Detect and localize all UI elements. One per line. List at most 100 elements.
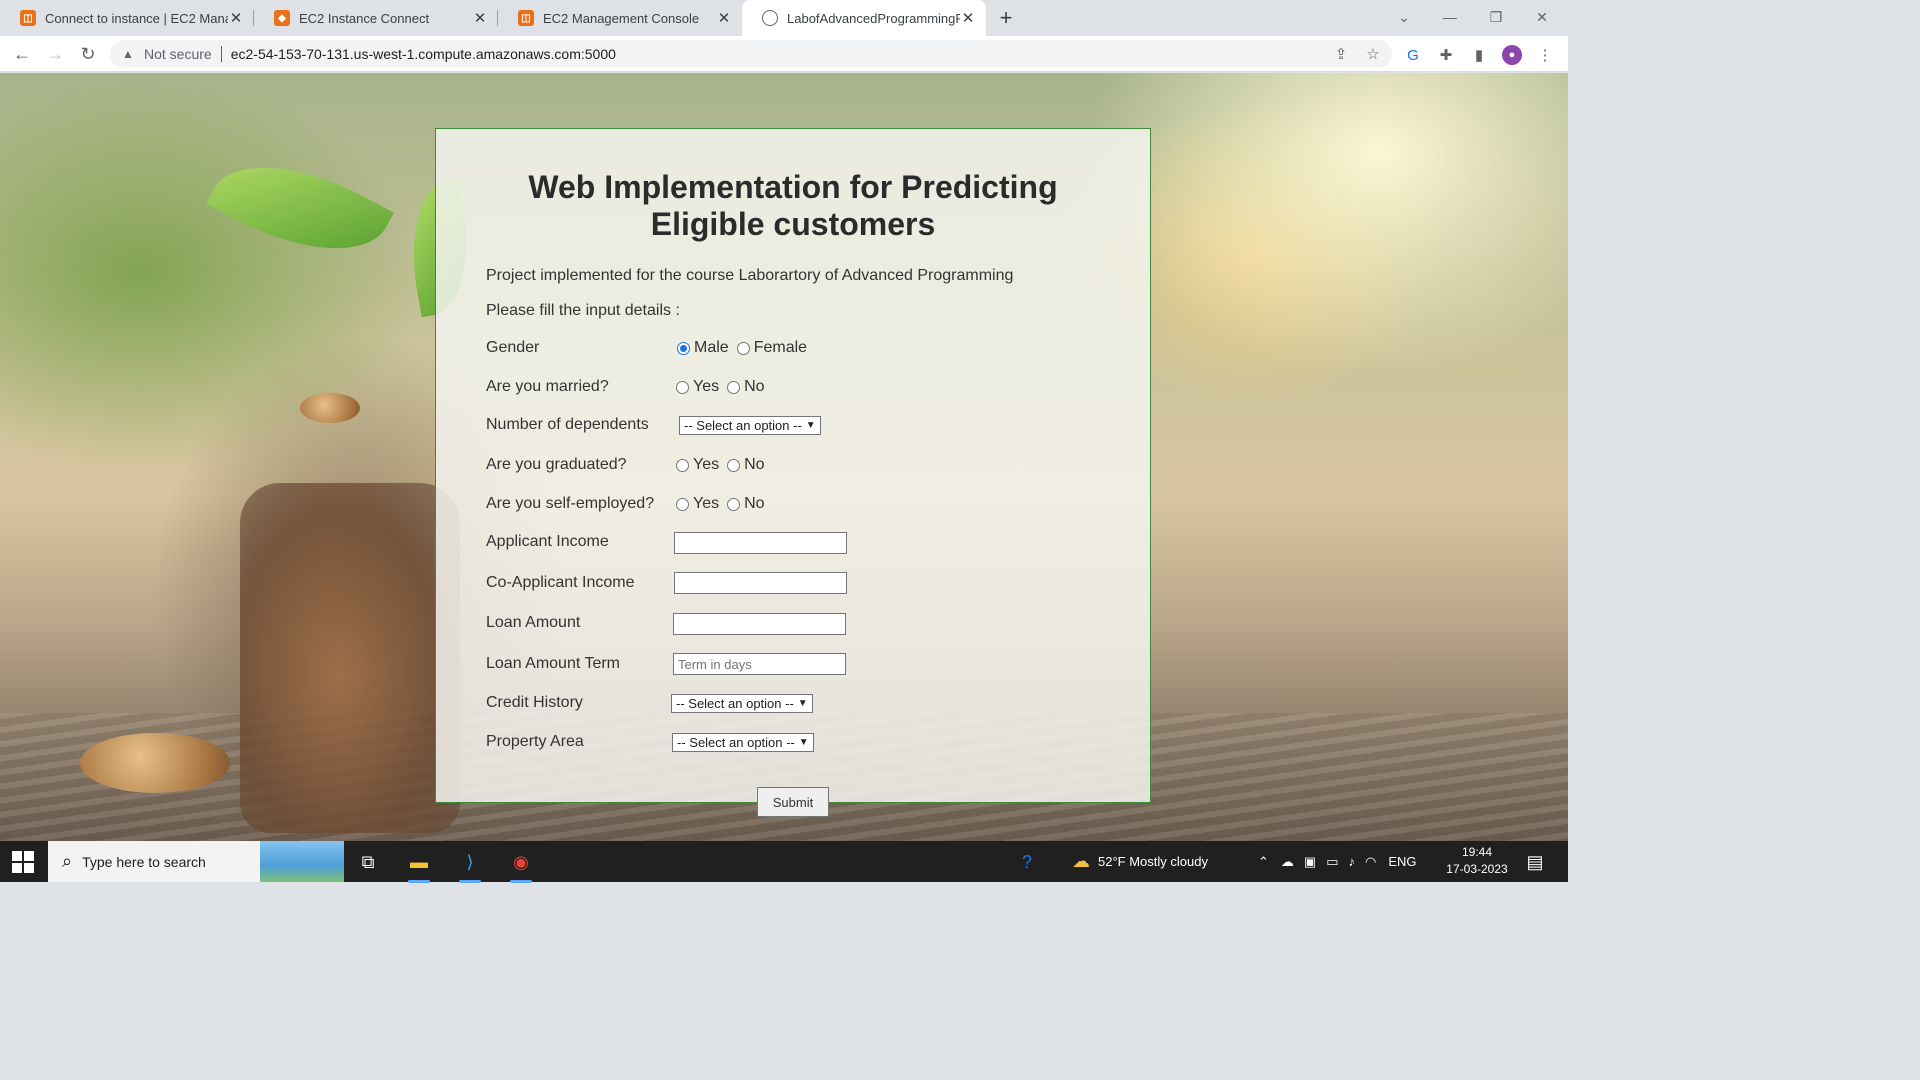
gender-option-male[interactable]: Male (677, 339, 729, 357)
coin-image (80, 733, 230, 793)
form-instruction: Please fill the input details : (486, 302, 680, 319)
radio-button[interactable] (676, 497, 689, 511)
vscode-icon[interactable]: ⟩ (455, 847, 485, 883)
side-panel-icon[interactable]: ▮ (1469, 45, 1489, 65)
windows-start-icon[interactable] (12, 851, 34, 873)
onedrive-icon[interactable]: ☁ (1281, 854, 1294, 870)
coin-image (300, 393, 360, 423)
volume-muted-icon[interactable]: ♪ (1349, 854, 1356, 869)
self-employed-radio-group: Yes No (676, 495, 773, 513)
warning-icon[interactable]: ▲ (122, 47, 138, 61)
reload-icon[interactable]: ↻ (74, 40, 102, 68)
married-radio-group: Yes No (676, 378, 773, 396)
chrome-icon[interactable]: ◉ (506, 847, 536, 883)
weather-text: 52°F Mostly cloudy (1098, 854, 1208, 869)
close-icon[interactable]: ✕ (472, 9, 488, 27)
tab-title: Connect to instance | EC2 Management Con… (45, 10, 228, 26)
profile-avatar-icon[interactable]: ● (1502, 45, 1522, 65)
married-option-yes[interactable]: Yes (676, 378, 719, 396)
self-employed-option-no[interactable]: No (727, 495, 765, 513)
close-icon[interactable]: ✕ (960, 9, 976, 27)
title-line-1: Web Implementation for Predicting (528, 169, 1058, 205)
option-label: Yes (693, 378, 720, 395)
system-tray: ⌃ ☁ ▣ ▭ ♪ ◠ ENG (1258, 841, 1417, 882)
back-icon[interactable]: ← (8, 40, 36, 68)
language-indicator[interactable]: ENG (1388, 854, 1416, 869)
menu-kebab-icon[interactable]: ⋮ (1535, 45, 1555, 65)
close-icon[interactable]: ✕ (716, 9, 732, 27)
browser-tab-strip: ◫ Connect to instance | EC2 Management C… (0, 0, 1568, 36)
tab-connect-to-instance[interactable]: ◫ Connect to instance | EC2 Management C… (0, 0, 254, 36)
tab-search-icon[interactable]: ⌄ (1381, 0, 1427, 34)
gender-option-female[interactable]: Female (736, 339, 807, 357)
graduated-option-yes[interactable]: Yes (676, 456, 719, 474)
option-label: Male (694, 339, 729, 356)
option-label: Yes (693, 456, 720, 473)
search-icon: ⌕ (62, 851, 73, 871)
radio-button[interactable] (677, 341, 690, 355)
option-label: Yes (693, 495, 720, 512)
tab-ec2-management-console[interactable]: ◫ EC2 Management Console ✕ (498, 0, 742, 36)
windows-taskbar: ⌕ Type here to search ⧉ ▬ ⟩ ◉ ? ☁ 52°F M… (0, 841, 1568, 883)
radio-button[interactable] (727, 497, 741, 511)
chevron-down-icon: ▼ (805, 420, 816, 431)
tab-lab-advanced-programming[interactable]: LabofAdvancedProgrammingProject ✕ (742, 0, 986, 36)
security-label[interactable]: Not secure (144, 46, 212, 62)
gender-radio-group: Male Female (677, 339, 815, 357)
gender-label: Gender (486, 339, 540, 356)
married-option-no[interactable]: No (727, 378, 765, 396)
forward-icon[interactable]: → (41, 40, 69, 68)
radio-button[interactable] (727, 380, 741, 394)
option-label: No (744, 456, 765, 473)
notifications-icon[interactable]: ▤ (1520, 847, 1550, 877)
google-translate-icon[interactable]: G (1403, 45, 1423, 65)
file-explorer-icon[interactable]: ▬ (404, 847, 434, 883)
self-employed-option-yes[interactable]: Yes (676, 495, 719, 513)
radio-button[interactable] (736, 341, 750, 355)
restore-icon[interactable]: ❐ (1473, 0, 1519, 34)
dependents-select[interactable]: -- Select an option -- ▼ (679, 416, 821, 435)
radio-button[interactable] (676, 380, 689, 394)
help-icon[interactable]: ? (1012, 847, 1042, 877)
tab-title: EC2 Instance Connect (299, 10, 430, 26)
tab-title: EC2 Management Console (543, 10, 700, 26)
new-tab-button[interactable]: + (992, 4, 1020, 32)
tab-ec2-instance-connect[interactable]: ◆ EC2 Instance Connect ✕ (254, 0, 498, 36)
window-close-icon[interactable]: ✕ (1519, 0, 1565, 34)
married-label: Are you married? (486, 378, 609, 395)
select-value: -- Select an option -- (676, 696, 794, 711)
radio-button[interactable] (676, 458, 689, 472)
property-area-select[interactable]: -- Select an option -- ▼ (672, 733, 814, 752)
graduated-option-no[interactable]: No (727, 456, 765, 474)
loan-term-input[interactable] (673, 653, 846, 675)
url-text[interactable]: ec2-54-153-70-131.us-west-1.compute.amaz… (231, 46, 616, 62)
bookmark-star-icon[interactable]: ☆ (1364, 45, 1382, 63)
battery-icon[interactable]: ▭ (1326, 854, 1338, 870)
credit-history-select[interactable]: -- Select an option -- ▼ (671, 694, 813, 713)
extensions-icon[interactable]: ✚ (1436, 45, 1456, 65)
coapplicant-income-input[interactable] (674, 572, 847, 594)
browser-toolbar: ← → ↻ ▲ Not secure ec2-54-153-70-131.us-… (0, 36, 1568, 72)
wifi-icon[interactable]: ◠ (1365, 854, 1376, 870)
device-icon[interactable]: ▣ (1304, 854, 1316, 870)
taskbar-search-box[interactable]: ⌕ Type here to search (48, 841, 344, 882)
submit-button[interactable]: Submit (757, 787, 829, 817)
weather-cloudy-icon: ☁ (1072, 851, 1090, 871)
globe-icon (762, 10, 778, 26)
show-hidden-icons-icon[interactable]: ⌃ (1258, 854, 1269, 870)
system-clock[interactable]: 19:44 17-03-2023 (1442, 844, 1512, 878)
loan-amount-label: Loan Amount (486, 614, 581, 631)
weather-widget[interactable]: ☁ 52°F Mostly cloudy (1072, 841, 1208, 882)
loan-amount-input[interactable] (673, 613, 846, 635)
option-label: No (744, 495, 765, 512)
leaf-image (206, 132, 394, 284)
graduated-label: Are you graduated? (486, 456, 627, 473)
applicant-income-input[interactable] (674, 532, 847, 554)
task-view-icon[interactable]: ⧉ (353, 847, 383, 877)
address-bar[interactable]: ▲ Not secure ec2-54-153-70-131.us-west-1… (110, 40, 1392, 68)
radio-button[interactable] (727, 458, 741, 472)
close-icon[interactable]: ✕ (228, 9, 244, 27)
share-icon[interactable]: ⇪ (1332, 45, 1350, 63)
minimize-icon[interactable]: — (1427, 0, 1473, 34)
graduated-radio-group: Yes No (676, 456, 773, 474)
